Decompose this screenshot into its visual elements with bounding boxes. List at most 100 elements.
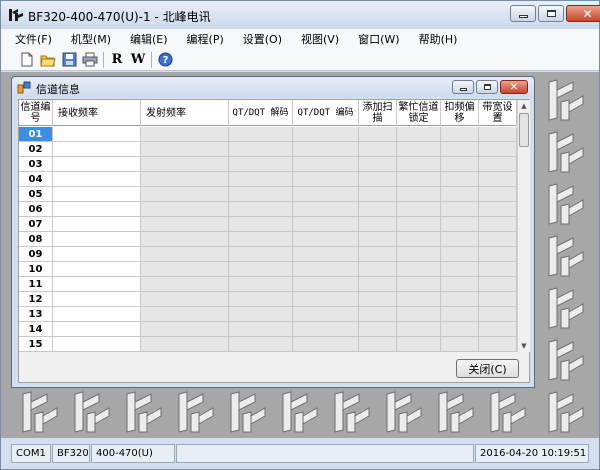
channel-grid[interactable]: 信道编号 接收频率 发射频率 QT/DQT 解码 QT/DQT 编码 添加扫描 … bbox=[19, 100, 517, 352]
grid-cell[interactable] bbox=[53, 187, 141, 202]
grid-cell[interactable] bbox=[293, 142, 359, 157]
grid-cell[interactable] bbox=[441, 142, 479, 157]
grid-cell[interactable] bbox=[479, 217, 517, 232]
grid-cell[interactable] bbox=[479, 277, 517, 292]
grid-cell[interactable] bbox=[359, 337, 397, 352]
help-button[interactable]: ? bbox=[157, 52, 173, 68]
grid-cell[interactable] bbox=[229, 127, 293, 142]
col-header-add-scan[interactable]: 添加扫描 bbox=[359, 100, 397, 126]
grid-cell[interactable] bbox=[229, 337, 293, 352]
grid-cell[interactable] bbox=[397, 307, 441, 322]
table-row[interactable]: 06 bbox=[19, 202, 517, 217]
grid-cell[interactable] bbox=[479, 292, 517, 307]
grid-cell[interactable] bbox=[141, 307, 229, 322]
channel-minimize-button[interactable] bbox=[452, 80, 474, 94]
grid-cell[interactable] bbox=[359, 187, 397, 202]
grid-cell[interactable] bbox=[441, 157, 479, 172]
grid-cell[interactable] bbox=[441, 187, 479, 202]
table-row[interactable]: 15 bbox=[19, 337, 517, 352]
grid-cell[interactable] bbox=[53, 217, 141, 232]
grid-cell[interactable] bbox=[293, 322, 359, 337]
col-header-tx-freq[interactable]: 发射频率 bbox=[141, 100, 229, 126]
grid-cell[interactable] bbox=[359, 322, 397, 337]
grid-cell[interactable] bbox=[53, 277, 141, 292]
table-row[interactable]: 07 bbox=[19, 217, 517, 232]
grid-cell[interactable] bbox=[479, 187, 517, 202]
col-header-channel-no[interactable]: 信道编号 bbox=[19, 100, 53, 126]
grid-cell[interactable] bbox=[479, 157, 517, 172]
channel-number-cell[interactable]: 03 bbox=[19, 157, 53, 172]
channel-number-cell[interactable]: 11 bbox=[19, 277, 53, 292]
grid-cell[interactable] bbox=[141, 262, 229, 277]
menu-program[interactable]: 编程(P) bbox=[187, 31, 224, 47]
grid-cell[interactable] bbox=[293, 187, 359, 202]
grid-cell[interactable] bbox=[293, 232, 359, 247]
col-header-rx-freq[interactable]: 接收频率 bbox=[53, 100, 141, 126]
grid-cell[interactable] bbox=[359, 277, 397, 292]
grid-cell[interactable] bbox=[141, 187, 229, 202]
menu-model[interactable]: 机型(M) bbox=[71, 31, 111, 47]
grid-cell[interactable] bbox=[141, 172, 229, 187]
grid-cell[interactable] bbox=[53, 157, 141, 172]
grid-cell[interactable] bbox=[397, 172, 441, 187]
col-header-qt-decode[interactable]: QT/DQT 解码 bbox=[229, 100, 293, 126]
grid-cell[interactable] bbox=[53, 262, 141, 277]
grid-cell[interactable] bbox=[359, 142, 397, 157]
new-file-button[interactable] bbox=[19, 52, 35, 68]
maximize-button[interactable] bbox=[538, 5, 564, 22]
grid-cell[interactable] bbox=[441, 277, 479, 292]
grid-cell[interactable] bbox=[141, 247, 229, 262]
grid-cell[interactable] bbox=[293, 217, 359, 232]
grid-cell[interactable] bbox=[441, 217, 479, 232]
grid-cell[interactable] bbox=[53, 202, 141, 217]
grid-cell[interactable] bbox=[441, 307, 479, 322]
grid-cell[interactable] bbox=[141, 217, 229, 232]
menu-view[interactable]: 视图(V) bbox=[301, 31, 339, 47]
grid-cell[interactable] bbox=[397, 202, 441, 217]
grid-cell[interactable] bbox=[397, 247, 441, 262]
grid-cell[interactable] bbox=[53, 247, 141, 262]
grid-cell[interactable] bbox=[53, 127, 141, 142]
grid-cell[interactable] bbox=[359, 232, 397, 247]
channel-number-cell[interactable]: 13 bbox=[19, 307, 53, 322]
grid-cell[interactable] bbox=[397, 187, 441, 202]
grid-cell[interactable] bbox=[53, 142, 141, 157]
grid-cell[interactable] bbox=[479, 127, 517, 142]
close-button[interactable]: 关闭(C) bbox=[456, 359, 519, 378]
grid-cell[interactable] bbox=[479, 142, 517, 157]
grid-cell[interactable] bbox=[53, 292, 141, 307]
grid-cell[interactable] bbox=[229, 277, 293, 292]
grid-cell[interactable] bbox=[479, 307, 517, 322]
print-button[interactable] bbox=[82, 52, 98, 68]
grid-cell[interactable] bbox=[359, 217, 397, 232]
table-row[interactable]: 01 bbox=[19, 127, 517, 142]
grid-cell[interactable] bbox=[441, 292, 479, 307]
table-row[interactable]: 04 bbox=[19, 172, 517, 187]
channel-number-cell[interactable]: 09 bbox=[19, 247, 53, 262]
grid-cell[interactable] bbox=[359, 292, 397, 307]
grid-cell[interactable] bbox=[441, 322, 479, 337]
grid-cell[interactable] bbox=[359, 172, 397, 187]
grid-cell[interactable] bbox=[397, 142, 441, 157]
grid-cell[interactable] bbox=[229, 247, 293, 262]
grid-cell[interactable] bbox=[293, 127, 359, 142]
grid-cell[interactable] bbox=[397, 322, 441, 337]
grid-cell[interactable] bbox=[359, 202, 397, 217]
grid-cell[interactable] bbox=[229, 142, 293, 157]
channel-number-cell[interactable]: 02 bbox=[19, 142, 53, 157]
table-row[interactable]: 09 bbox=[19, 247, 517, 262]
col-header-bandwidth[interactable]: 带宽设置 bbox=[479, 100, 517, 126]
grid-cell[interactable] bbox=[53, 307, 141, 322]
channel-number-cell[interactable]: 10 bbox=[19, 262, 53, 277]
grid-cell[interactable] bbox=[359, 262, 397, 277]
table-row[interactable]: 08 bbox=[19, 232, 517, 247]
grid-cell[interactable] bbox=[141, 142, 229, 157]
grid-cell[interactable] bbox=[479, 337, 517, 352]
grid-cell[interactable] bbox=[229, 217, 293, 232]
grid-cell[interactable] bbox=[441, 337, 479, 352]
grid-cell[interactable] bbox=[141, 337, 229, 352]
channel-number-cell[interactable]: 08 bbox=[19, 232, 53, 247]
channel-number-cell[interactable]: 06 bbox=[19, 202, 53, 217]
grid-cell[interactable] bbox=[359, 157, 397, 172]
scroll-down-arrow-icon[interactable]: ▼ bbox=[518, 340, 530, 352]
